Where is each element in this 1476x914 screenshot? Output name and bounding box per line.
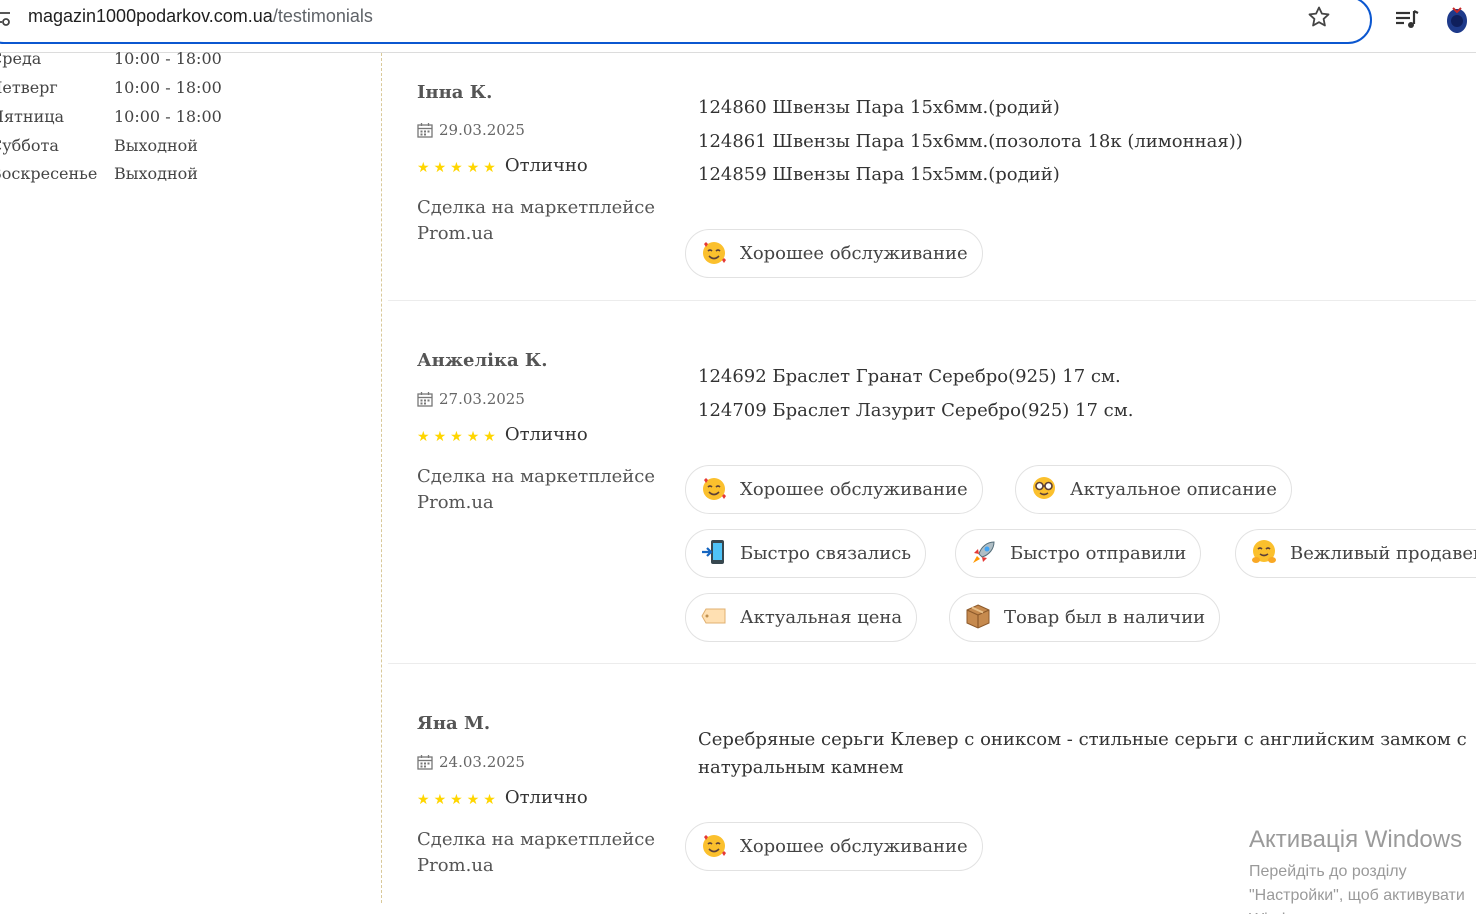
site-info-icon[interactable]	[0, 8, 12, 28]
rating-stars-icon: ★ ★ ★ ★ ★	[417, 792, 496, 808]
product-line[interactable]: 124860 Швензы Пара 15х6мм.(родий)	[698, 91, 1476, 125]
reviewer-name: Яна М.	[417, 713, 491, 734]
tag-chip: Хорошее обслуживание	[685, 229, 983, 278]
hugging-face-icon	[1252, 540, 1276, 563]
nerd-face-icon	[1033, 477, 1055, 499]
tag-label: Хорошее обслуживание	[740, 479, 968, 500]
url-host: magazin1000podarkov.com.ua	[28, 6, 273, 26]
tag-label: Хорошее обслуживание	[740, 243, 968, 264]
windows-activation-watermark: Активація Windows Перейдіть до розділу "…	[1249, 826, 1476, 914]
smiling-face-with-hearts-icon	[703, 242, 726, 264]
tag-label: Хорошее обслуживание	[740, 836, 968, 857]
review-date: 29.03.2025	[417, 121, 525, 139]
product-line[interactable]: 124861 Швензы Пара 15х6мм.(позолота 18к …	[698, 125, 1476, 159]
reviewer-name: Анжеліка К.	[417, 350, 548, 371]
review-source: Сделка на маркетплейсе Prom.ua	[417, 829, 656, 876]
review-date: 27.03.2025	[417, 390, 525, 408]
rating-label: Отлично	[504, 787, 588, 808]
activation-title: Активація Windows	[1249, 826, 1463, 853]
activation-subtitle: Перейдіть до розділу "Настройки", щоб ак…	[1249, 863, 1465, 914]
schedule-day: Пятница	[0, 107, 65, 126]
price-tag-icon	[701, 608, 726, 624]
schedule-day: Среда	[0, 49, 42, 68]
schedule-time: 10:00 - 18:00	[114, 78, 222, 97]
review-products: 124860 Швензы Пара 15х6мм.(родий) 124861…	[698, 91, 1476, 192]
url-path: /testimonials	[272, 6, 373, 26]
url-text[interactable]: magazin1000podarkov.com.ua/testimonials	[28, 6, 373, 27]
review-date-text: 27.03.2025	[439, 390, 525, 408]
tag-label: Актуальная цена	[740, 607, 903, 628]
tag-label: Вежливый продавец	[1290, 543, 1476, 564]
calendar-icon	[417, 392, 433, 407]
tag-chip: Актуальное описание	[1015, 465, 1292, 514]
schedule-day: Воскресенье	[0, 164, 98, 183]
mobile-phone-arrow-icon	[702, 540, 724, 564]
schedule-time: 10:00 - 18:00	[114, 49, 222, 68]
calendar-icon	[417, 123, 433, 138]
smiling-face-with-hearts-icon	[703, 835, 726, 857]
tag-label: Быстро связались	[740, 543, 912, 564]
tag-label: Быстро отправили	[1010, 543, 1187, 564]
review-source: Сделка на маркетплейсе Prom.ua	[417, 466, 656, 513]
rocket-icon	[973, 541, 995, 563]
product-line[interactable]: 124692 Браслет Гранат Серебро(925) 17 см…	[698, 360, 1476, 394]
schedule-day: Четверг	[0, 78, 58, 97]
review-date: 24.03.2025	[417, 753, 525, 771]
review-source: Сделка на маркетплейсе Prom.ua	[417, 197, 656, 244]
review-products: 124692 Браслет Гранат Серебро(925) 17 см…	[698, 360, 1476, 427]
product-line[interactable]: 124859 Швензы Пара 15х5мм.(родий)	[698, 158, 1476, 192]
review-rating: ★ ★ ★ ★ ★ Отлично	[417, 424, 588, 446]
schedule-time: Выходной	[114, 136, 198, 155]
extension-icon[interactable]	[1445, 5, 1469, 35]
tag-chip: Быстро отправили	[955, 529, 1202, 578]
product-line[interactable]: 124709 Браслет Лазурит Серебро(925) 17 с…	[698, 394, 1476, 428]
media-control-icon[interactable]	[1394, 8, 1420, 32]
tag-chip: Актуальная цена	[685, 593, 918, 642]
calendar-icon	[417, 755, 433, 770]
reviewer-name: Інна К.	[417, 82, 493, 103]
column-divider	[381, 53, 382, 903]
review-card: Анжеліка К. 27.03.2025 ★ ★ ★ ★ ★ Отлично Сдел…	[388, 301, 1476, 663]
schedule-time: Выходной	[114, 164, 198, 183]
tag-chip: Вежливый продавец	[1235, 529, 1476, 578]
review-date-text: 24.03.2025	[439, 753, 525, 771]
tag-label: Товар был в наличии	[1004, 607, 1206, 628]
smiling-face-with-hearts-icon	[703, 478, 726, 500]
review-rating: ★ ★ ★ ★ ★ Отлично	[417, 155, 588, 177]
tag-chip: Товар был в наличии	[949, 593, 1221, 642]
rating-stars-icon: ★ ★ ★ ★ ★	[417, 160, 496, 176]
bookmark-star-icon[interactable]	[1307, 5, 1331, 29]
address-bar[interactable]: magazin1000podarkov.com.ua/testimonials	[0, 0, 1372, 44]
review-rating: ★ ★ ★ ★ ★ Отлично	[417, 787, 588, 809]
review-date-text: 29.03.2025	[439, 121, 525, 139]
review-card: Інна К. 29.03.2025 ★ ★ ★ ★ ★ Отлично Сделка н…	[388, 53, 1476, 300]
browser-toolbar: magazin1000podarkov.com.ua/testimonials	[0, 0, 1476, 53]
tag-label: Актуальное описание	[1070, 479, 1277, 500]
schedule-day: Суббота	[0, 136, 59, 155]
schedule-time: 10:00 - 18:00	[114, 107, 222, 126]
tag-chip: Хорошее обслуживание	[685, 822, 983, 871]
package-icon	[966, 604, 990, 629]
rating-label: Отлично	[504, 424, 588, 445]
tag-chip: Хорошее обслуживание	[685, 465, 983, 514]
tag-chip: Быстро связались	[685, 529, 927, 578]
rating-stars-icon: ★ ★ ★ ★ ★	[417, 429, 496, 445]
rating-label: Отлично	[504, 155, 588, 176]
product-description[interactable]: Серебряные серьги Клевер с ониксом - сти…	[698, 726, 1476, 782]
